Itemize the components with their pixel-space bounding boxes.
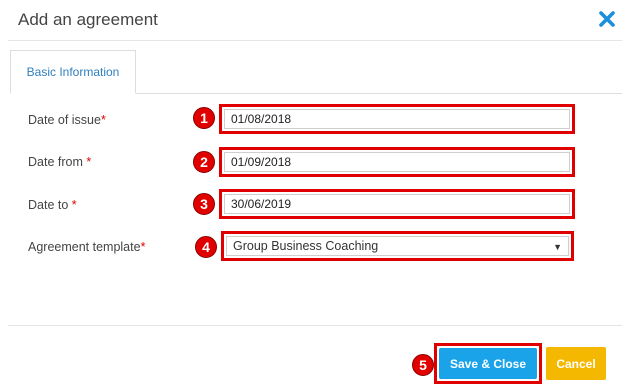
date-of-issue-label-text: Date of issue bbox=[28, 113, 101, 127]
close-button[interactable] bbox=[597, 9, 617, 29]
annotation-marker-3: 3 bbox=[193, 193, 215, 215]
date-to-label: Date to * bbox=[28, 198, 77, 212]
date-from-label-text: Date from bbox=[28, 155, 87, 169]
required-mark: * bbox=[100, 113, 106, 127]
date-from-input[interactable] bbox=[224, 152, 570, 172]
date-of-issue-highlight bbox=[219, 104, 575, 134]
date-to-label-text: Date to bbox=[28, 198, 72, 212]
required-mark: * bbox=[140, 240, 146, 254]
required-mark: * bbox=[71, 198, 77, 212]
close-icon bbox=[599, 11, 615, 27]
date-from-highlight bbox=[219, 147, 575, 177]
save-highlight: Save & Close bbox=[434, 343, 542, 384]
cancel-button[interactable]: Cancel bbox=[546, 347, 606, 380]
annotation-marker-1: 1 bbox=[193, 107, 215, 129]
agreement-template-value: Group Business Coaching bbox=[233, 239, 379, 253]
save-close-button[interactable]: Save & Close bbox=[439, 348, 537, 379]
date-of-issue-label: Date of issue* bbox=[28, 113, 106, 127]
add-agreement-dialog: Add an agreement Basic Information Date … bbox=[0, 0, 630, 391]
agreement-template-select[interactable]: Group Business Coaching ▼ bbox=[226, 236, 569, 256]
dialog-title: Add an agreement bbox=[18, 10, 158, 29]
chevron-down-icon: ▼ bbox=[553, 242, 562, 252]
header-divider bbox=[8, 40, 622, 41]
date-of-issue-input[interactable] bbox=[224, 109, 570, 129]
agreement-template-highlight: Group Business Coaching ▼ bbox=[221, 231, 574, 261]
agreement-template-label-text: Agreement template bbox=[28, 240, 141, 254]
date-from-label: Date from * bbox=[28, 155, 91, 169]
date-to-highlight bbox=[219, 189, 575, 219]
agreement-template-label: Agreement template* bbox=[28, 240, 145, 254]
annotation-marker-4: 4 bbox=[195, 236, 217, 258]
footer-divider bbox=[8, 325, 622, 326]
annotation-marker-2: 2 bbox=[193, 151, 215, 173]
required-mark: * bbox=[86, 155, 92, 169]
tab-basic-information[interactable]: Basic Information bbox=[10, 50, 136, 94]
date-to-input[interactable] bbox=[224, 194, 570, 214]
annotation-marker-5: 5 bbox=[412, 354, 434, 376]
